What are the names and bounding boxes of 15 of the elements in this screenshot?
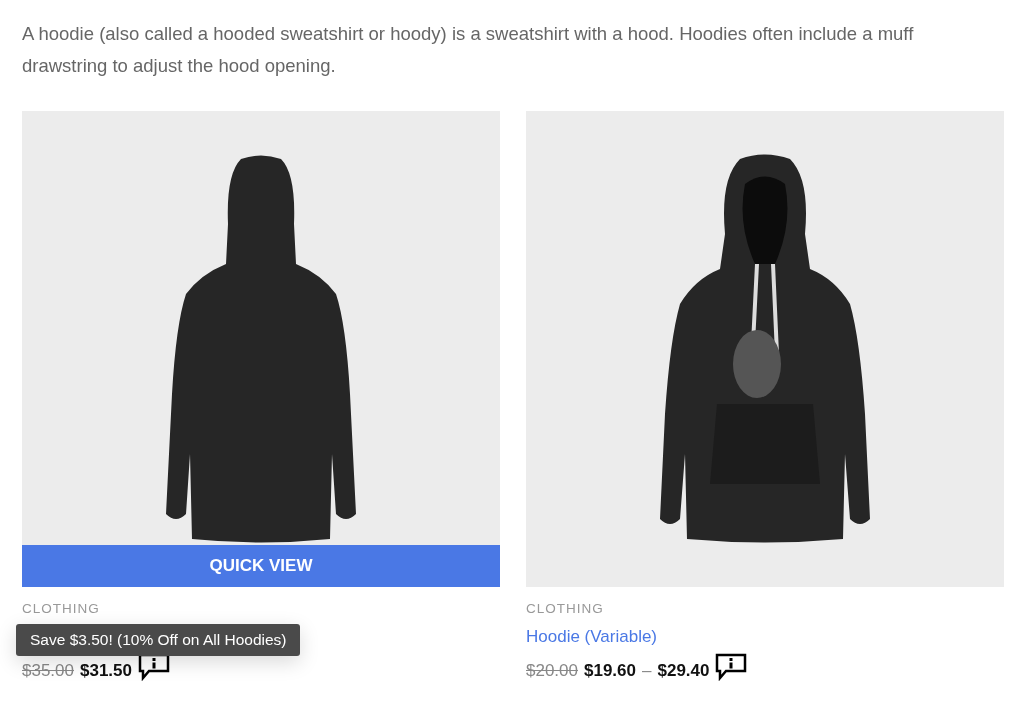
sale-price: $31.50 xyxy=(80,661,132,681)
product-category: CLOTHING xyxy=(22,601,101,618)
product-category: CLOTHING xyxy=(526,601,605,618)
original-price: $20.00 xyxy=(526,661,578,681)
product-description: A hoodie (also called a hooded sweatshirt or hoody) is a sweatshirt with a hood. Hoodies often include a muff drawstring to adjust the hood opening. xyxy=(22,22,915,78)
product-photo[interactable]: QUICK VIEW xyxy=(22,111,500,587)
product-title-link[interactable]: Hoodie (Variable) xyxy=(526,627,1004,651)
discount-tooltip: Save $3.50! (10% Off on All Hoodies) xyxy=(16,624,301,656)
original-price: $35.00 xyxy=(22,661,74,681)
sale-price: $19.60 xyxy=(584,661,636,681)
sale-price-max: $29.40 xyxy=(657,661,710,681)
quick-view-button[interactable]: QUICK VIEW xyxy=(22,545,500,587)
price-range-dash: – xyxy=(642,661,652,681)
product-photo[interactable] xyxy=(526,111,1004,587)
speech-bubble-info-icon[interactable] xyxy=(715,653,748,681)
